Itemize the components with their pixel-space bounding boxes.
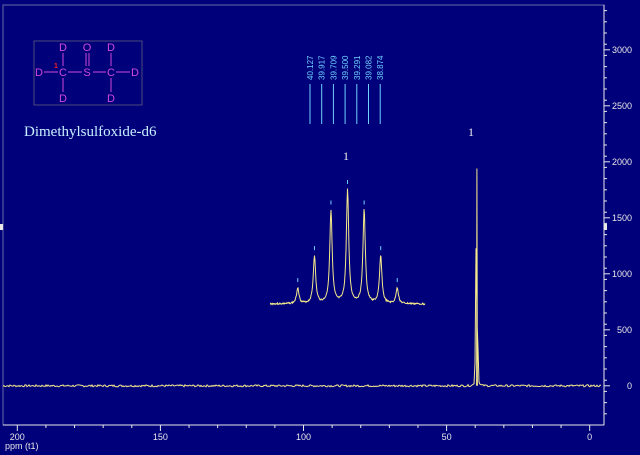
peak-label: 39.291 — [353, 55, 362, 80]
atom-o: O — [83, 42, 92, 54]
nmr-spectrum-window: 0 500 1000 1500 2000 2500 3000 200 150 100 50 0 pp… — [0, 0, 640, 455]
inset-multiplet-trace — [269, 188, 426, 306]
right-resize-handle[interactable] — [604, 224, 607, 230]
x-tick-label: 0 — [587, 432, 592, 442]
y-tick-label: 1500 — [612, 213, 632, 223]
plot-frame — [2, 4, 605, 426]
peak-label: 38.874 — [376, 55, 385, 80]
atom-d-bottom-right: D — [107, 93, 115, 105]
y-tick-label: 0 — [627, 381, 632, 391]
atom-d-right: D — [131, 67, 139, 79]
y-tick-label: 500 — [617, 325, 632, 335]
peak-label: 39.082 — [365, 55, 374, 80]
x-axis-ticks: 200 150 100 50 0 — [10, 425, 592, 442]
spectrum-trace — [2, 168, 602, 388]
atom-s: S — [83, 67, 90, 79]
atom-c-left: C — [59, 67, 67, 79]
molecule-name: Dimethylsulfoxide-d6 — [24, 124, 157, 140]
peak-label: 40.127 — [306, 55, 315, 80]
atom-d-bottom-left: D — [59, 93, 67, 105]
peak-label-leaders — [309, 84, 381, 124]
y-tick-label: 2000 — [612, 157, 632, 167]
y-tick-label: 1000 — [612, 269, 632, 279]
peak-label: 39.917 — [318, 55, 327, 80]
y-tick-label: 2500 — [612, 101, 632, 111]
integral-label-inset: 1 — [343, 149, 349, 163]
y-axis-ticks: 0 500 1000 1500 2000 2500 3000 — [604, 10, 632, 415]
y-tick-label: 3000 — [612, 45, 632, 55]
peak-labels: 40.127 39.917 39.709 39.500 39.291 39.082 38.8… — [306, 55, 385, 80]
nmr-spectrum-chart[interactable]: 050010001500200025003000 200 150 100 50 0 pp… — [0, 0, 640, 455]
x-tick-label: 100 — [296, 432, 311, 442]
x-tick-label: 150 — [153, 432, 168, 442]
peak-label: 39.709 — [329, 55, 338, 80]
atom-d-top-right: D — [107, 42, 115, 54]
x-axis-label: ppm (t1) — [5, 441, 39, 451]
peak-label: 39.500 — [341, 55, 350, 80]
atom-d-left: D — [35, 67, 43, 79]
x-tick-label: 50 — [442, 432, 452, 442]
atom-c-right: C — [107, 67, 115, 79]
left-resize-handle[interactable] — [0, 224, 3, 230]
atom-d-top-left: D — [59, 42, 67, 54]
molecule-structure: D C S C D D O D D D 1 — [33, 40, 143, 106]
highlighted-atom-marker: 1 — [54, 63, 58, 70]
integral-label-main: 1 — [468, 125, 474, 139]
